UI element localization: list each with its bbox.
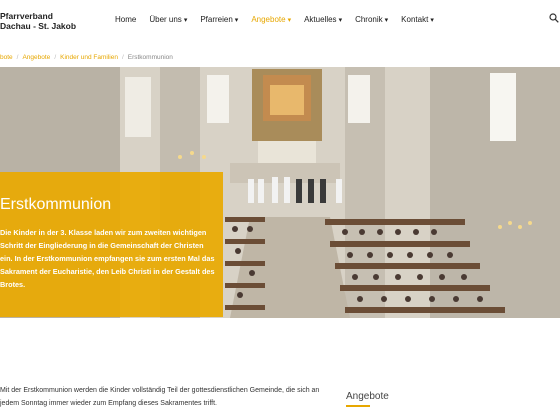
nav-item-kontakt[interactable]: Kontakt ▾: [401, 15, 434, 24]
nav-item-label: Über uns: [149, 15, 182, 24]
intro-paragraph: Mit der Erstkommunion werden die Kinder …: [0, 387, 320, 407]
hero-banner: Erstkommunion Die Kinder in der 3. Klass…: [0, 67, 560, 318]
sidebar-title: Angebote: [346, 391, 389, 402]
nav-item-label: Chronik: [355, 15, 383, 24]
chevron-down-icon: ▾: [287, 17, 292, 24]
chevron-down-icon: ▾: [183, 17, 188, 24]
breadcrumb-item[interactable]: Angebote: [22, 54, 50, 61]
nav-item--ber-uns[interactable]: Über uns ▾: [149, 15, 187, 24]
breadcrumb-item[interactable]: bote: [0, 54, 13, 61]
nav-item-chronik[interactable]: Chronik ▾: [355, 15, 388, 24]
page-title: Erstkommunion: [0, 196, 112, 213]
search-icon[interactable]: [549, 13, 559, 23]
chevron-down-icon: ▾: [384, 17, 389, 24]
breadcrumb-current: Erstkommunion: [127, 54, 173, 61]
nav-item-label: Angebote: [251, 15, 286, 24]
nav-item-angebote[interactable]: Angebote ▾: [251, 15, 291, 24]
main-nav: Home Über uns ▾ Pfarreien ▾ Angebote ▾ Aktuelle…: [115, 15, 447, 24]
nav-item-home[interactable]: Home: [115, 15, 136, 24]
chevron-down-icon: ▾: [234, 17, 239, 24]
breadcrumb-separator: /: [121, 54, 124, 61]
site-header: Pfarrverband Dachau - St. Jakob Home Über…: [0, 0, 560, 40]
breadcrumb-separator: /: [54, 54, 57, 61]
nav-item-label: Aktuelles: [304, 15, 337, 24]
nav-item-aktuelles[interactable]: Aktuelles ▾: [304, 15, 342, 24]
chevron-down-icon: ▾: [430, 17, 434, 24]
nav-item-label: Home: [115, 15, 137, 24]
breadcrumb: bote / Angebote / Kinder und Familien / Erstko…: [0, 54, 173, 61]
site-logo[interactable]: Pfarrverband Dachau - St. Jakob: [0, 11, 76, 31]
nav-item-label: Pfarreien: [200, 15, 233, 24]
breadcrumb-separator: /: [16, 54, 19, 61]
breadcrumb-item[interactable]: Kinder und Familien: [60, 54, 118, 61]
chevron-down-icon: ▾: [338, 17, 343, 24]
logo-line-1: Pfarrverband: [0, 11, 53, 21]
logo-line-2: Dachau - St. Jakob: [0, 21, 77, 31]
sidebar-title-underline: [346, 405, 370, 407]
nav-item-label: Kontakt: [401, 15, 429, 24]
nav-item-pfarreien[interactable]: Pfarreien ▾: [200, 15, 238, 24]
hero-description: Die Kinder in der 3. Klasse laden wir zu…: [0, 228, 215, 289]
